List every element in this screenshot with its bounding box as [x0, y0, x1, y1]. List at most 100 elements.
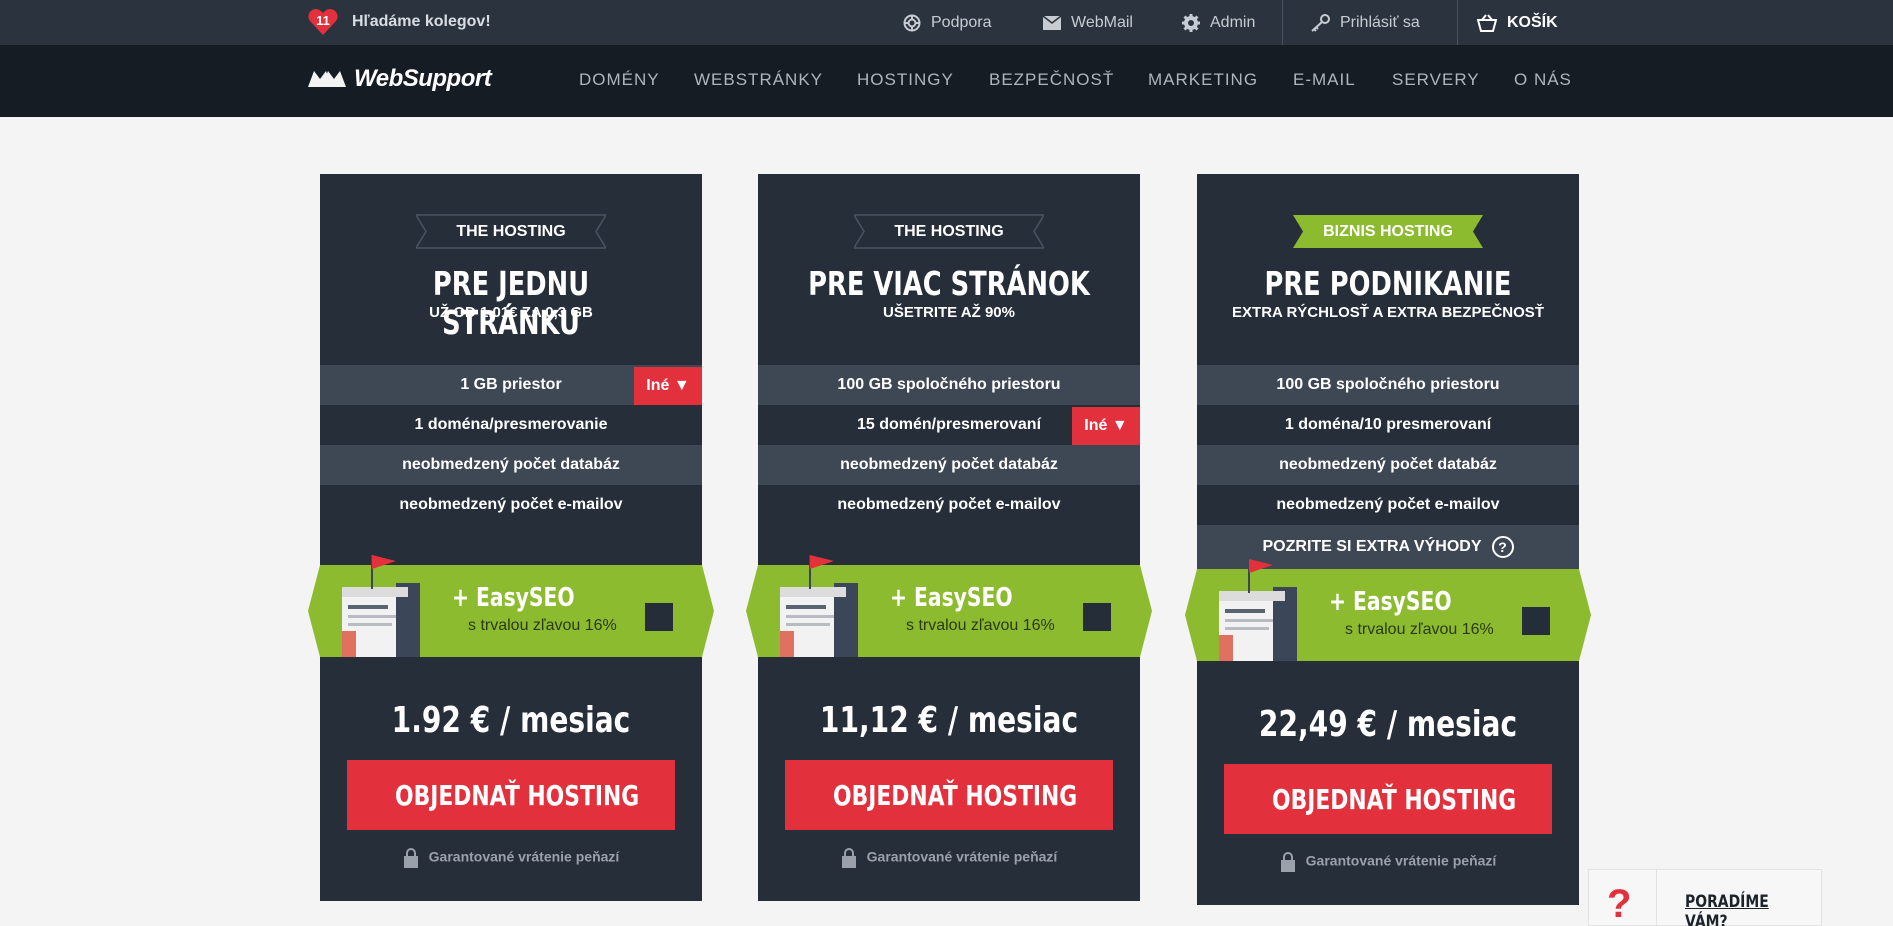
plan-title: PRE JEDNU STRÁNKU: [432, 264, 590, 342]
feature-row: neobmedzený počet e-mailov: [399, 496, 623, 513]
admin-label: Admin: [1210, 13, 1256, 31]
plan-ribbon: BIZNIS HOSTING: [1293, 214, 1483, 249]
order-hosting-button[interactable]: OBJEDNAŤ HOSTING: [785, 760, 1113, 830]
lock-icon: [1280, 852, 1295, 872]
feature-row: neobmedzený počet e-mailov: [1276, 496, 1500, 513]
seo-subtitle: s trvalou zľavou 16%: [1345, 621, 1494, 638]
webmail-label: WebMail: [1071, 13, 1133, 31]
order-hosting-button[interactable]: OBJEDNAŤ HOSTING: [347, 760, 675, 830]
money-back-note: Garantované vrátenie peňazí: [1197, 852, 1579, 872]
feature-row: 1 GB priestor Iné ▼: [320, 365, 702, 405]
nav-hostingy[interactable]: HOSTINGY: [857, 70, 954, 90]
plan-subtitle: UŽ OD 1,01€ ZA 0,3 GB: [429, 304, 593, 321]
easyseo-checkbox[interactable]: [1083, 603, 1111, 631]
plan-card-multi: THE HOSTING PRE VIAC STRÁNOK UŠETRITE AŽ…: [746, 174, 1152, 901]
nav-servery[interactable]: SERVERY: [1392, 70, 1480, 90]
easyseo-addon[interactable]: + EasySEO s trvalou zľavou 16%: [308, 555, 714, 657]
support-label: Podpora: [931, 13, 992, 31]
seo-title: + EasySEO: [890, 583, 1013, 613]
easyseo-addon[interactable]: + EasySEO s trvalou zľavou 16%: [746, 555, 1152, 657]
gear-icon: [1182, 13, 1200, 32]
lock-icon: [841, 848, 856, 868]
lifebuoy-icon: [903, 14, 921, 32]
admin-link[interactable]: Admin: [1182, 0, 1255, 45]
jobs-count: 11: [316, 13, 330, 28]
seo-illustration-icon: [1219, 559, 1297, 661]
jobs-text: Hľadáme kolegov!: [352, 13, 491, 30]
cart-link[interactable]: KOŠÍK: [1477, 0, 1558, 45]
feature-row: neobmedzený počet databáz: [320, 445, 702, 485]
plan-subtitle: UŠETRITE AŽ 90%: [883, 304, 1015, 321]
seo-title: + EasySEO: [1329, 587, 1452, 617]
plan-features: 1 GB priestor Iné ▼ 1 doména/presmerovan…: [320, 365, 702, 525]
nav-email[interactable]: E-MAIL: [1293, 70, 1356, 90]
other-options-dropdown[interactable]: Iné ▼: [1072, 407, 1140, 445]
plan-price: 11,12 € / mesiac: [819, 700, 1079, 741]
jobs-link[interactable]: 11 Hľadáme kolegov!: [308, 8, 491, 36]
nav-marketing[interactable]: MARKETING: [1148, 70, 1258, 90]
plan-subtitle: EXTRA RÝCHLOSŤ A EXTRA BEZPEČNOSŤ: [1232, 304, 1544, 321]
envelope-icon: [1043, 15, 1061, 30]
nav-bezpecnost[interactable]: BEZPEČNOSŤ: [989, 70, 1114, 90]
plan-price: 1.92 € / mesiac: [391, 700, 631, 741]
nav-webstranky[interactable]: WEBSTRÁNKY: [694, 70, 823, 90]
question-icon: ?: [1491, 535, 1514, 558]
seo-illustration-icon: [342, 555, 420, 657]
feature-row: neobmedzený počet e-mailov: [837, 496, 1061, 513]
seo-title: + EasySEO: [452, 583, 575, 613]
feature-row: 1 doména/presmerovanie: [414, 416, 608, 433]
login-label: Prihlásiť sa: [1340, 13, 1420, 31]
feature-row: 100 GB spoločného priestoru: [758, 365, 1140, 405]
nav-domeny[interactable]: DOMÉNY: [579, 70, 660, 90]
login-link[interactable]: Prihlásiť sa: [1310, 0, 1420, 45]
plan-ribbon: THE HOSTING: [854, 214, 1044, 249]
topbar-divider: [1282, 0, 1283, 45]
plan-title: PRE PODNIKANIE: [1264, 264, 1512, 303]
plan-ribbon: THE HOSTING: [416, 214, 606, 249]
feature-row: neobmedzený počet databáz: [1197, 445, 1579, 485]
logo-text: WebSupport: [354, 65, 492, 92]
plan-card-single: THE HOSTING PRE JEDNU STRÁNKU UŽ OD 1,01…: [308, 174, 714, 901]
heart-badge-icon: 11: [308, 8, 338, 36]
plan-price: 22,49 € / mesiac: [1258, 704, 1518, 745]
other-options-dropdown[interactable]: Iné ▼: [634, 367, 702, 405]
lock-icon: [403, 848, 418, 868]
ribbon-label: THE HOSTING: [456, 223, 566, 240]
easyseo-addon[interactable]: + EasySEO s trvalou zľavou 16%: [1185, 559, 1591, 661]
main-nav: WebSupport DOMÉNY WEBSTRÁNKY HOSTINGY BE…: [0, 45, 1893, 117]
cart-label: KOŠÍK: [1507, 13, 1558, 31]
ribbon-label: BIZNIS HOSTING: [1323, 223, 1453, 240]
plan-card-business: BIZNIS HOSTING PRE PODNIKANIE EXTRA RÝCH…: [1185, 174, 1591, 905]
top-bar: 11 Hľadáme kolegov! Podpora WebMail Admi…: [0, 0, 1893, 45]
feature-row: 1 doména/10 presmerovaní: [1284, 416, 1492, 433]
seo-subtitle: s trvalou zľavou 16%: [906, 617, 1055, 634]
websupport-logo[interactable]: WebSupport: [308, 65, 492, 93]
feature-row: 15 domén/presmerovaní Iné ▼: [758, 405, 1140, 445]
support-link[interactable]: Podpora: [903, 0, 992, 45]
order-label: OBJEDNAŤ HOSTING: [833, 778, 1078, 812]
question-mark-icon: ?: [1607, 882, 1632, 926]
plan-title: PRE VIAC STRÁNOK: [808, 264, 1090, 303]
help-label: PORADÍME VÁM?: [1685, 892, 1769, 926]
order-hosting-button[interactable]: OBJEDNAŤ HOSTING: [1224, 764, 1552, 834]
easyseo-checkbox[interactable]: [1522, 607, 1550, 635]
feature-row: 100 GB spoločného priestoru: [1197, 365, 1579, 405]
feature-row: neobmedzený počet databáz: [758, 445, 1140, 485]
ribbon-label: THE HOSTING: [894, 223, 1004, 240]
money-back-note: Garantované vrátenie peňazí: [758, 848, 1140, 868]
topbar-divider: [1457, 0, 1458, 45]
key-icon: [1310, 13, 1330, 32]
webmail-link[interactable]: WebMail: [1043, 0, 1133, 45]
order-label: OBJEDNAŤ HOSTING: [395, 778, 640, 812]
order-label: OBJEDNAŤ HOSTING: [1272, 782, 1517, 816]
seo-subtitle: s trvalou zľavou 16%: [468, 617, 617, 634]
seo-illustration-icon: [780, 555, 858, 657]
basket-icon: [1477, 13, 1497, 32]
help-divider: [1656, 870, 1657, 926]
logo-mark-icon: [308, 71, 346, 87]
easyseo-checkbox[interactable]: [645, 603, 673, 631]
money-back-note: Garantované vrátenie peňazí: [320, 848, 702, 868]
plan-features: 100 GB spoločného priestoru 1 doména/10 …: [1197, 365, 1579, 569]
help-widget[interactable]: ? PORADÍME VÁM?: [1588, 869, 1822, 926]
nav-o-nas[interactable]: O NÁS: [1514, 70, 1572, 90]
